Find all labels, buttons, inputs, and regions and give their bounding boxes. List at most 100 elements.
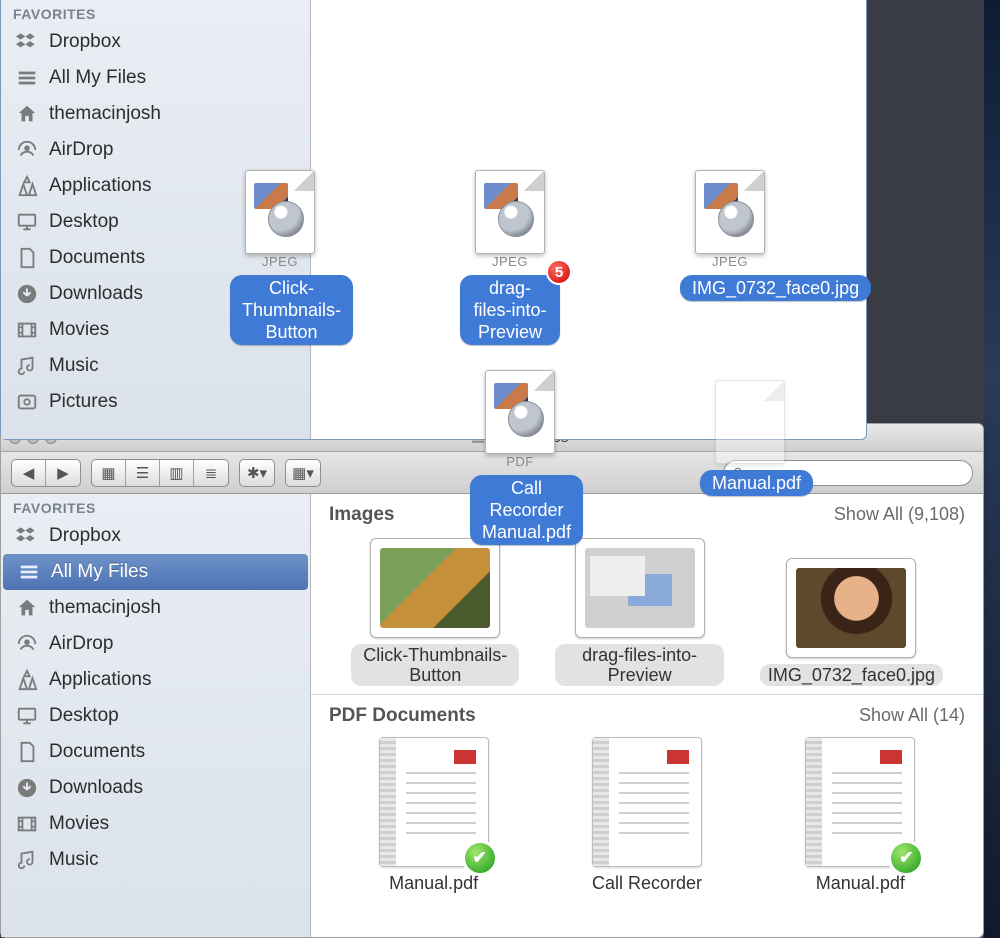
file-item[interactable]: IMG_0732_face0.jpg (760, 558, 943, 686)
file-label: IMG_0732_face0.jpg (760, 664, 943, 686)
sidebar-item-dropbox[interactable]: Dropbox (1, 518, 310, 554)
thumbnail (786, 558, 916, 658)
show-all-link[interactable]: Show All (9,108) (834, 504, 965, 525)
forward-button[interactable]: ▶ (46, 460, 80, 486)
sidebar-item-movies[interactable]: Movies (1, 806, 310, 842)
sidebar-item-music[interactable]: Music (1, 348, 310, 384)
movies-icon (15, 318, 39, 342)
images-row: Click-Thumbnails-Button drag-files-into-P… (311, 532, 983, 694)
sidebar-item-label: All My Files (49, 67, 146, 89)
nav-backforward[interactable]: ◀ ▶ (11, 459, 81, 487)
sidebar-item-allfiles[interactable]: All My Files (1, 60, 310, 96)
file-item[interactable]: ✔ Manual.pdf (774, 737, 947, 894)
thumbnail (592, 737, 702, 867)
sidebar-item-label: Applications (49, 175, 151, 197)
sidebar-item-label: All My Files (51, 561, 148, 583)
sidebar-item-airdrop[interactable]: AirDrop (1, 626, 310, 662)
sidebar-item-label: Documents (49, 247, 145, 269)
sidebar-section-header: FAVORITES (1, 496, 310, 518)
music-icon (15, 848, 39, 872)
pdf-row: ✔Manual.pdfCall Recorder✔Manual.pdf (311, 733, 983, 898)
music-icon (15, 354, 39, 378)
sidebar-item-desktop[interactable]: Desktop (1, 698, 310, 734)
sidebar-item-apps[interactable]: Applications (1, 662, 310, 698)
documents-icon (15, 246, 39, 270)
section-title: PDF Documents (329, 705, 476, 727)
pictures-icon (15, 390, 39, 414)
coverflow-view-button[interactable]: ≣ (194, 460, 228, 486)
dropbox-icon (15, 524, 39, 548)
sidebar-item-pictures[interactable]: Pictures (1, 384, 310, 420)
sidebar-item-label: Dropbox (49, 525, 121, 547)
column-view-button[interactable]: ▥ (160, 460, 194, 486)
file-item[interactable]: drag-files-into-Preview (555, 538, 723, 686)
file-label: Manual.pdf (816, 873, 905, 894)
allfiles-icon (17, 560, 41, 584)
file-item[interactable]: Click-Thumbnails-Button (351, 538, 519, 686)
sidebar: FAVORITES Dropbox All My Files themacinjos… (1, 0, 311, 439)
sidebar-item-label: themacinjosh (49, 103, 161, 125)
sidebar: FAVORITES Dropbox All My Files themacinjos… (1, 494, 311, 937)
sidebar-item-label: Movies (49, 319, 109, 341)
sidebar-item-music[interactable]: Music (1, 842, 310, 878)
sidebar-item-label: Downloads (49, 283, 143, 305)
content-area (311, 0, 866, 439)
section-title: Images (329, 504, 394, 526)
sidebar-item-downloads[interactable]: Downloads (1, 276, 310, 312)
arrange-menu[interactable]: ▦▾ (285, 459, 321, 487)
search-field[interactable] (723, 460, 973, 486)
section-header-images: Images Show All (9,108) (311, 494, 983, 532)
allfiles-icon (15, 66, 39, 90)
sidebar-item-home[interactable]: themacinjosh (1, 96, 310, 132)
view-switcher[interactable]: ▦ ☰ ▥ ≣ (91, 459, 229, 487)
finder-window-back: All My Files ◀ ▶ ▦ ☰ ▥ ≣ ✱▾ ▦▾ FAVORITES… (0, 423, 984, 938)
file-item[interactable]: Call Recorder (560, 737, 733, 894)
sidebar-item-label: AirDrop (49, 633, 113, 655)
sidebar-item-desktop[interactable]: Desktop (1, 204, 310, 240)
finder-window-front: FAVORITES Dropbox All My Files themacinjos… (0, 0, 867, 440)
sidebar-item-label: Dropbox (49, 31, 121, 53)
sidebar-item-apps[interactable]: Applications (1, 168, 310, 204)
sidebar-item-label: Pictures (49, 391, 118, 413)
grid-icon[interactable]: ▦▾ (286, 460, 320, 486)
airdrop-icon (15, 632, 39, 656)
show-all-link[interactable]: Show All (14) (859, 705, 965, 726)
back-button[interactable]: ◀ (12, 460, 46, 486)
sidebar-item-label: themacinjosh (49, 597, 161, 619)
file-label: Click-Thumbnails-Button (351, 644, 519, 686)
downloads-icon (15, 776, 39, 800)
sidebar-item-label: Movies (49, 813, 109, 835)
apps-icon (15, 668, 39, 692)
list-view-button[interactable]: ☰ (126, 460, 160, 486)
sidebar-item-movies[interactable]: Movies (1, 312, 310, 348)
desktop-icon (15, 704, 39, 728)
sidebar-item-dropbox[interactable]: Dropbox (1, 24, 310, 60)
sidebar-item-airdrop[interactable]: AirDrop (1, 132, 310, 168)
thumbnail: ✔ (805, 737, 915, 867)
gear-icon[interactable]: ✱▾ (240, 460, 274, 486)
file-item[interactable]: ✔Manual.pdf (347, 737, 520, 894)
documents-icon (15, 740, 39, 764)
sidebar-item-label: Applications (49, 669, 151, 691)
search-icon (732, 466, 746, 480)
section-header-pdfs: PDF Documents Show All (14) (311, 694, 983, 733)
movies-icon (15, 812, 39, 836)
file-label: Manual.pdf (389, 873, 478, 894)
sidebar-item-label: Music (49, 355, 99, 377)
thumbnail (575, 538, 705, 638)
sidebar-item-documents[interactable]: Documents (1, 734, 310, 770)
sidebar-item-label: Music (49, 849, 99, 871)
sidebar-item-downloads[interactable]: Downloads (1, 770, 310, 806)
icon-view-button[interactable]: ▦ (92, 460, 126, 486)
sidebar-item-label: Desktop (49, 705, 119, 727)
downloads-icon (15, 282, 39, 306)
action-menu[interactable]: ✱▾ (239, 459, 275, 487)
sidebar-section-header: FAVORITES (1, 2, 310, 24)
file-label: Call Recorder (592, 873, 702, 894)
sidebar-item-documents[interactable]: Documents (1, 240, 310, 276)
file-label: drag-files-into-Preview (555, 644, 723, 686)
dropbox-icon (15, 30, 39, 54)
sidebar-item-home[interactable]: themacinjosh (1, 590, 310, 626)
sidebar-item-allfiles[interactable]: All My Files (3, 554, 308, 590)
content-area: Images Show All (9,108) Click-Thumbnails… (311, 494, 983, 937)
